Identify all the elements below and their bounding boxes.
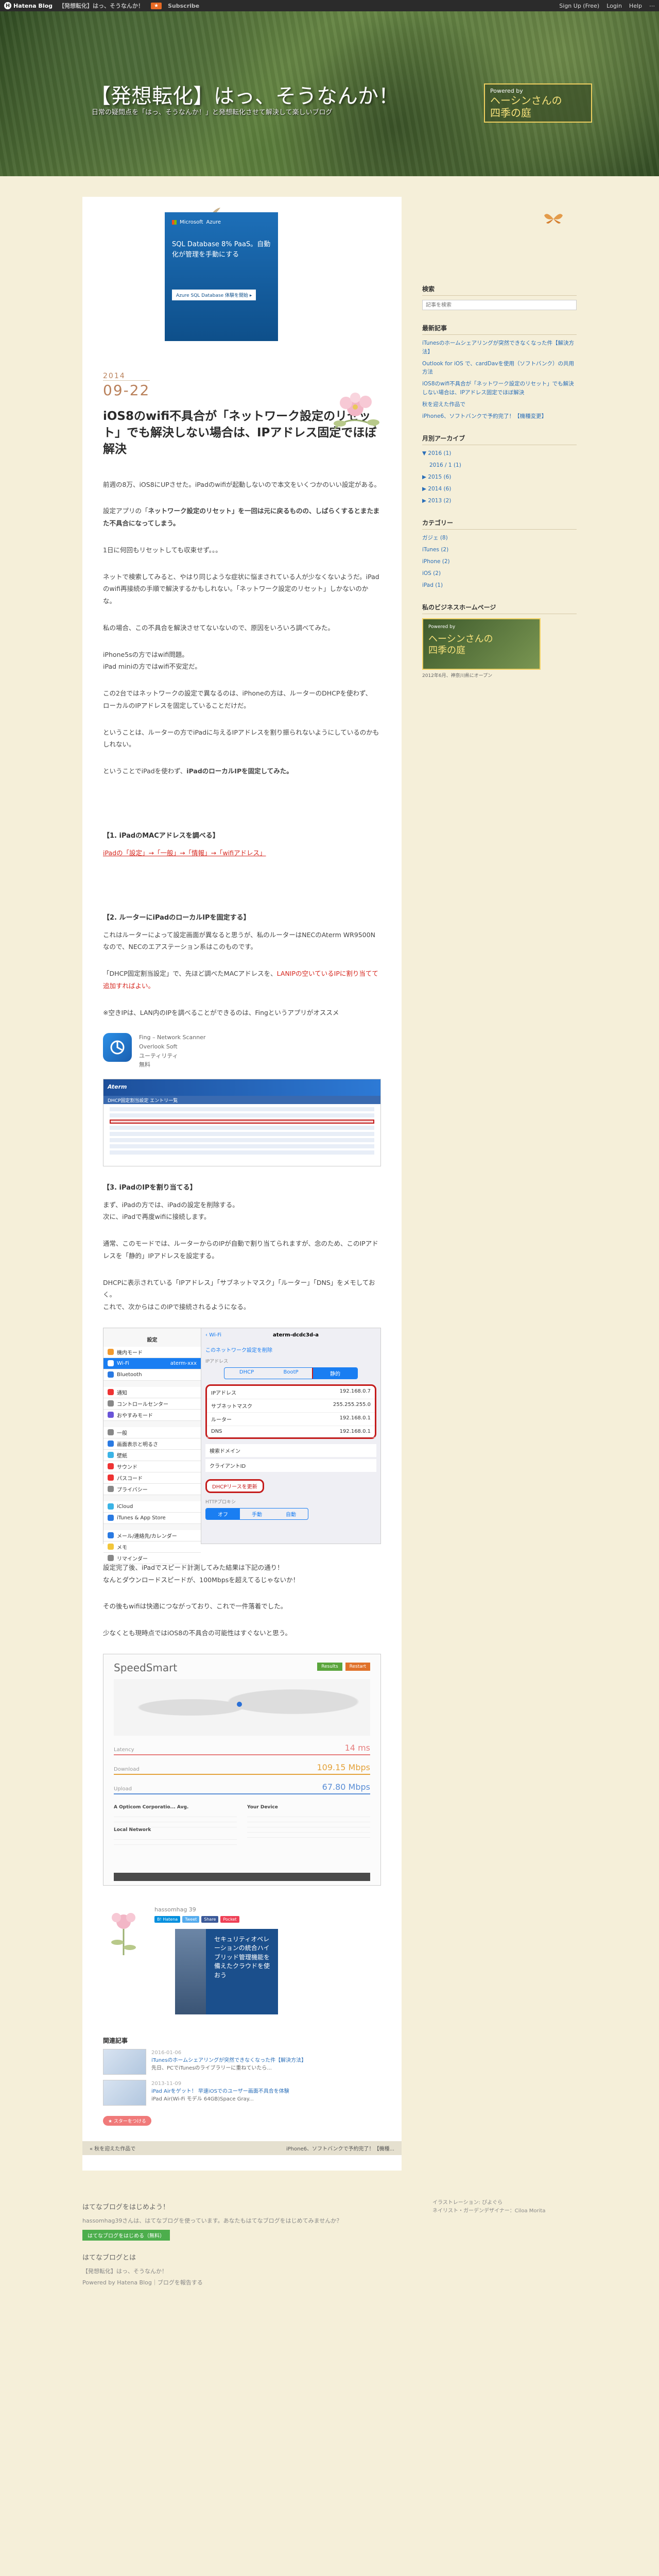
paragraph: iPhone5sの方ではwifi問題。 iPad miniの方ではwifi不安定だ… bbox=[103, 650, 201, 671]
entry-pager: « 秋を迎えた作品で iPhone6、ソフトバンクで予約完了！【機種... bbox=[82, 2141, 402, 2155]
microsoft-icon bbox=[172, 220, 177, 225]
signup-link[interactable]: Sign Up (Free) bbox=[559, 3, 599, 9]
top-ad[interactable]: Microsoft Azure SQL Database 8% PaaS。自動化が… bbox=[165, 212, 278, 341]
paragraph: iPadの「設定」→「一般」→「情報」→「wifiアドレス」 bbox=[103, 849, 266, 857]
recent-entry-link[interactable]: iPhone6、ソフトバンクで予約完了！【機種変更】 bbox=[422, 412, 577, 421]
start-blog-button[interactable]: はてなブログをはじめる（無料） bbox=[82, 2229, 170, 2241]
archive-link[interactable]: 2016 / 1 (1) bbox=[422, 461, 577, 470]
app-card[interactable]: Fing – Network Scanner Overlook Soft ユーテ… bbox=[103, 1033, 381, 1069]
hatena-bookmark-button[interactable]: B! Hatena bbox=[154, 1916, 181, 1923]
paragraph: DHCPに表示されている「IPアドレス」「サブネットマスク」「ルーター」「DNS… bbox=[103, 1278, 375, 1311]
flower-icon bbox=[111, 1912, 136, 1955]
recent-entry-link[interactable]: iTunesのホームシェアリングが突然できなくなった件【解決方法】 bbox=[422, 339, 577, 357]
business-widget: 私のビジネスホームページ Powered by ヘーシンさんの 四季の庭 201… bbox=[422, 603, 577, 679]
speedtest-screenshot: SpeedSmart Results Restart Latency 14 ms … bbox=[103, 1653, 381, 1886]
archive-link[interactable]: ▶ 2015 (6) bbox=[422, 473, 577, 482]
ipad-settings-screenshot: 設定 機内モード Wi-Fi aterm-xxx Bluetooth 通知 コント… bbox=[103, 1327, 381, 1564]
app-name[interactable]: Fing – Network Scanner bbox=[139, 1033, 205, 1042]
tweet-button[interactable]: Tweet bbox=[182, 1916, 200, 1923]
prev-entry-link[interactable]: « 秋を迎えた作品で bbox=[90, 2144, 135, 2152]
global-header: H Hatena Blog 【発想転化】はっ、そうなんか！ ★ Subscrib… bbox=[0, 0, 659, 11]
paragraph: 1日に何回もリセットしても収束せず。。。 bbox=[103, 546, 222, 554]
main-column: Microsoft Azure SQL Database 8% PaaS。自動化が… bbox=[82, 197, 402, 2171]
next-entry-link[interactable]: iPhone6、ソフトバンクで予約完了！【機種... bbox=[286, 2144, 394, 2152]
powered-by-link[interactable]: Powered by Hatena Blog｜ブログを報告する bbox=[82, 2278, 577, 2286]
search-input[interactable] bbox=[423, 300, 576, 310]
footer: はてなブログをはじめよう！ hassomhag39さんは、はてなブログを使ってい… bbox=[82, 2200, 577, 2310]
related-articles: 関連記事 2016-01-06 iTunesのホームシェアリングが突然できなくな… bbox=[82, 2036, 402, 2106]
search-widget: 検索 bbox=[422, 284, 577, 310]
section-heading: 【3. iPadのIPを割り当てる】 bbox=[103, 1183, 197, 1192]
category-link[interactable]: iPad (1) bbox=[422, 581, 577, 590]
pocket-button[interactable]: Pocket bbox=[220, 1916, 239, 1923]
recent-entry-link[interactable]: 秋を迎えた作品で bbox=[422, 400, 577, 409]
blog-description: 日常の疑問点を「はっ、そうなんか！」と発想転化させて解決して楽しいブログ bbox=[92, 109, 333, 116]
related-item[interactable]: 2016-01-06 iTunesのホームシェアリングが突然できなくなった件【解… bbox=[103, 2048, 381, 2075]
category-link[interactable]: iTunes (2) bbox=[422, 546, 577, 554]
paragraph: ということは、ルーターの方でiPadに与えるIPアドレスを割り振られないようにし… bbox=[103, 728, 379, 749]
paragraph: これはルーターによって設定画面が異なると思うが、私のルーターはNECのAterm… bbox=[103, 930, 375, 951]
paragraph: ネットで検索してみると、やはり同じような症状に悩まされている人が少なくないようだ… bbox=[103, 572, 379, 605]
paragraph: 少なくとも現時点ではiOS8の不具合の可能性はすぐないと思う。 bbox=[103, 1629, 291, 1637]
entry-article: 2014 09-22 iOS8のwifi不具合が「ネットワーク設定のリセット」で… bbox=[82, 372, 402, 1886]
paragraph: 設定アプリの「ネットワーク設定のリセット」を一回は元に戻るものの、しばらくすると… bbox=[103, 507, 380, 528]
subscribe-link[interactable]: Subscribe bbox=[168, 3, 199, 9]
paragraph: ※空きIPは、LAN内のIPを調べることができるのは、Fingというアプリがオス… bbox=[103, 1008, 339, 1016]
archive-link[interactable]: ▼ 2016 (1) bbox=[422, 449, 577, 458]
static-ip-box: IPアドレス 192.168.0.7 サブネットマスク 255.255.255.0 … bbox=[205, 1384, 376, 1439]
recent-entry-link[interactable]: iOS8のwifi不具合が「ネットワーク設定のリセット」でも解決しない場合は、I… bbox=[422, 380, 577, 397]
add-star-button[interactable]: ★ スターをつける bbox=[103, 2115, 151, 2126]
paragraph: 設定完了後、iPadでスピード計測してみた結果は下記の通り！ なんとダウンロードス… bbox=[103, 1563, 300, 1584]
paragraph: まず、iPadの方では、iPadの設定を削除する。 次に、iPadで再度wifiに… bbox=[103, 1200, 239, 1221]
paragraph: 前週の8万、iOS8にUPさせた。iPadのwifiが起動しないので本文をいくつ… bbox=[103, 480, 380, 488]
header-badge[interactable]: Powered by ヘーシンさんの 四季の庭 bbox=[484, 83, 592, 123]
paragraph: その後もwifiは快適につながっており、これで一件落着でした。 bbox=[103, 1602, 287, 1611]
paragraph: 私の場合、この不具合を解決させてないないので、原因をいろいろ調べてみた。 bbox=[103, 623, 335, 632]
location-pin-icon bbox=[237, 1701, 242, 1707]
paragraph: 「DHCP固定割当設定」で、先ほど調べたMACアドレスを、LANIPの空いている… bbox=[103, 970, 378, 990]
recent-entry-link[interactable]: Outlook for iOS で、cardDavを使用（ソフトバンク）の共用方… bbox=[422, 360, 577, 377]
ad-cta-button[interactable]: Azure SQL Database 体験を開始 ▸ bbox=[172, 290, 256, 300]
paragraph: この2台ではネットワークの設定で異なるのは、iPhoneの方は、ルーターのDHC… bbox=[103, 689, 372, 709]
category-link[interactable]: iPhone (2) bbox=[422, 557, 577, 566]
blog-name-link[interactable]: 【発想転化】はっ、そうなんか！ bbox=[59, 2, 144, 10]
recent-entries-widget: 最新記事 iTunesのホームシェアリングが突然できなくなった件【解決方法】 O… bbox=[422, 324, 577, 420]
side-ad[interactable]: セキュリティオペレーションの統合ハイブリッド管理機能を備えたクラウドを使おう bbox=[175, 1928, 278, 2014]
paragraph: ということでiPadを使わず、iPadのローカルIPを固定してみた。 bbox=[103, 767, 293, 775]
blog-title[interactable]: 【発想転化】はっ、そうなんか！ bbox=[90, 79, 399, 109]
fing-app-icon bbox=[103, 1033, 132, 1062]
more-icon[interactable]: ⋯ bbox=[649, 3, 655, 9]
highlighted-row bbox=[110, 1119, 374, 1124]
blog-home-link[interactable]: 【発想転化】はっ、そうなんか！ bbox=[82, 2267, 577, 2275]
blog-header: 【発想転化】はっ、そうなんか！ 日常の疑問点を「はっ、そうなんか！」と発想転化さ… bbox=[0, 11, 659, 176]
archive-link[interactable]: ▶ 2013 (2) bbox=[422, 497, 577, 505]
star-button[interactable]: ★ bbox=[151, 2, 162, 9]
flower-icon bbox=[334, 393, 379, 430]
category-link[interactable]: iOS (2) bbox=[422, 569, 577, 578]
facebook-share-button[interactable]: Share bbox=[201, 1916, 219, 1923]
category-widget: カテゴリー ガジェ (8) iTunes (2) iPhone (2) iOS … bbox=[422, 518, 577, 589]
archive-widget: 月別アーカイブ ▼ 2016 (1) 2016 / 1 (1) ▶ 2015 (… bbox=[422, 434, 577, 505]
category-link[interactable]: ガジェ (8) bbox=[422, 534, 577, 543]
related-item[interactable]: 2013-11-09 iPad Airをゲット！ 早速iOSでのユーザー画面不具… bbox=[103, 2079, 381, 2106]
about-link[interactable]: はてなブログとは bbox=[82, 2252, 577, 2262]
author-name[interactable]: hassomhag 39 bbox=[154, 1906, 381, 1913]
section-heading: 【2. ルーターにiPadのローカルIPを固定する】 bbox=[103, 913, 250, 922]
hatena-icon: H bbox=[4, 2, 11, 9]
archive-link[interactable]: ▶ 2014 (6) bbox=[422, 485, 577, 494]
butterfly-icon bbox=[544, 214, 563, 224]
section-heading: 【1. iPadのMACアドレスを調べる】 bbox=[103, 832, 219, 840]
help-link[interactable]: Help bbox=[629, 3, 642, 9]
author-area: hassomhag 39 B! Hatena Tweet Share Pocke… bbox=[82, 1906, 402, 2021]
login-link[interactable]: Login bbox=[606, 3, 622, 9]
paragraph: 通常、このモードでは、ルーターからのIPが自動で割り当てられますが、念のため、こ… bbox=[103, 1240, 378, 1260]
garden-banner[interactable]: Powered by ヘーシンさんの 四季の庭 bbox=[422, 618, 541, 670]
router-screenshot: Aterm DHCP固定割当設定 エントリ一覧 bbox=[103, 1078, 381, 1166]
sidebar: 検索 最新記事 iTunesのホームシェアリングが突然できなくなった件【解決方法… bbox=[422, 197, 577, 2171]
hatena-logo[interactable]: H Hatena Blog 【発想転化】はっ、そうなんか！ ★ Subscrib… bbox=[4, 2, 199, 10]
